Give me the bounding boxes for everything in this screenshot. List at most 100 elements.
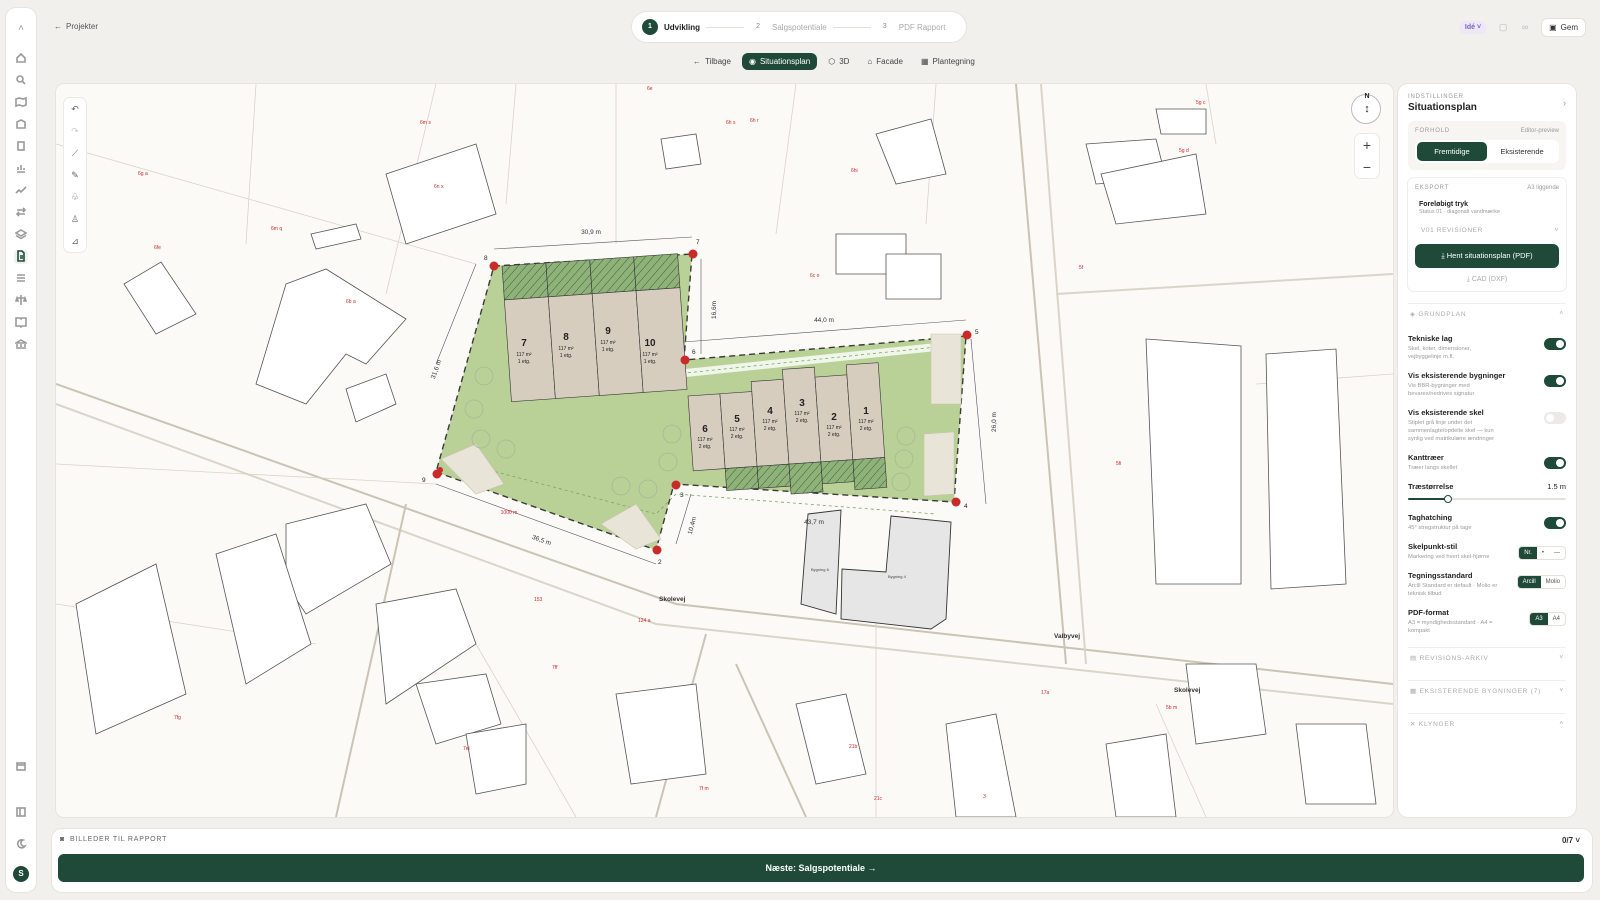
- cadastral-label: 7ff: [552, 665, 558, 671]
- measure-icon[interactable]: ⟋: [68, 146, 82, 160]
- back-to-projects-link[interactable]: ← Projekter: [54, 22, 98, 31]
- bank-icon[interactable]: [13, 338, 29, 352]
- eksisterende-bygninger-header[interactable]: ▦ EKSISTERENDE BYGNINGER (7) ˅: [1408, 680, 1566, 701]
- tab-plantegning[interactable]: ▦ Plantegning: [914, 53, 982, 70]
- idea-status-pill[interactable]: Idé ˅: [1458, 21, 1488, 34]
- link-icon[interactable]: ∞: [1519, 22, 1531, 34]
- office-icon[interactable]: [14, 140, 28, 154]
- kanttraer-toggle[interactable]: [1544, 457, 1566, 469]
- collapse-icon[interactable]: ˄: [14, 22, 28, 36]
- unit-5-floors: 2 etg.: [731, 434, 744, 440]
- unit-9-floors: 1 etg.: [602, 347, 615, 353]
- tab-tilbage[interactable]: ← Tilbage: [686, 53, 738, 70]
- step-pdf-rapport[interactable]: 3 PDF Rapport: [876, 19, 945, 35]
- map-canvas[interactable]: 7 117 m² 1 etg. 8 117 m² 1 etg. 9 117 m²…: [56, 84, 1393, 817]
- undo-icon[interactable]: ↶: [68, 102, 82, 116]
- tree-size-slider[interactable]: [1408, 495, 1566, 503]
- step-salgspotentiale[interactable]: 2 Salgspotentiale: [750, 19, 827, 35]
- grundplan-header[interactable]: ◈ GRUNDPLAN ˄: [1408, 303, 1566, 324]
- standard-option-molio[interactable]: Molio: [1541, 576, 1565, 588]
- tab-facade[interactable]: ⌂ Facade: [860, 53, 910, 70]
- forhold-eksisterende[interactable]: Eksisterende: [1487, 142, 1557, 161]
- slider-knob[interactable]: [1443, 495, 1452, 503]
- point-label: 3: [680, 492, 684, 499]
- point-label: 4: [964, 503, 968, 510]
- compass-arrow-icon: ↕: [1364, 103, 1370, 115]
- chevron-right-icon[interactable]: ›: [1563, 98, 1566, 108]
- cadastral-label: 7fg: [174, 715, 181, 721]
- revisions-dropdown[interactable]: V01 REVISIONER ˅: [1415, 227, 1559, 234]
- dimension-label: 36,5 m: [531, 534, 552, 547]
- person-icon[interactable]: ♙: [68, 212, 82, 226]
- step-number: 2: [750, 19, 767, 35]
- skelpunkt-option-dash[interactable]: —: [1549, 547, 1565, 559]
- point-label: 6: [692, 349, 696, 356]
- next-step-button[interactable]: Næste: Salgspotentiale →: [58, 854, 1584, 882]
- tab-situationsplan[interactable]: ◉ Situationsplan: [741, 53, 818, 70]
- revisions-arkiv-header[interactable]: ▤ REVISIONS-ARKIV ˅: [1408, 647, 1566, 668]
- eksisterende-skel-toggle[interactable]: [1544, 412, 1566, 424]
- ruler-icon[interactable]: ⊿: [68, 234, 82, 248]
- cad-export-link[interactable]: ⤓ CAD (DXF): [1415, 276, 1559, 284]
- compass[interactable]: N ↕: [1351, 93, 1381, 124]
- tree-icon[interactable]: ♧: [68, 190, 82, 204]
- setting-kanttraer: Kanttræer Træer langs skellet: [1408, 453, 1566, 472]
- cadastral-label: 153: [534, 597, 543, 603]
- cadastral-label: 5fi: [1116, 461, 1121, 467]
- map-icon[interactable]: [14, 96, 28, 110]
- redo-icon[interactable]: ↷: [68, 124, 82, 138]
- sidebar-toggle-icon[interactable]: [14, 806, 28, 820]
- download-pdf-button[interactable]: ⤓ Hent situationsplan (PDF): [1415, 244, 1559, 268]
- idea-label: Idé: [1464, 24, 1476, 31]
- existing-building-label: Bygning 6: [811, 567, 830, 572]
- forhold-fremtidige[interactable]: Fremtidige: [1417, 142, 1487, 161]
- revisions-label: V01 REVISIONER: [1421, 227, 1483, 234]
- chart-icon[interactable]: [14, 162, 28, 176]
- copy-icon[interactable]: ▢: [1497, 22, 1509, 34]
- book-icon[interactable]: [14, 316, 28, 330]
- unit-8-area: 117 m²: [558, 346, 574, 352]
- taghatching-toggle[interactable]: [1544, 517, 1566, 529]
- images-count[interactable]: 0/7 ˅: [1562, 836, 1580, 845]
- zoom-controls: + −: [1355, 134, 1379, 178]
- setting-desc: 45° stregstruktur på tage: [1408, 525, 1472, 531]
- layers-icon[interactable]: [14, 228, 28, 242]
- arrows-icon[interactable]: [14, 206, 28, 220]
- pdf-option-a3[interactable]: A3: [1530, 613, 1548, 625]
- top-bar: ← Projekter 1 Udvikling 2 Salgspotential…: [40, 8, 1592, 46]
- pencil-icon[interactable]: ✎: [68, 168, 82, 182]
- moon-icon[interactable]: [14, 838, 28, 852]
- step-udvikling[interactable]: 1 Udvikling: [642, 19, 700, 35]
- skelpunkt-option-dot[interactable]: •: [1537, 547, 1549, 559]
- tab-3d[interactable]: ⬡ 3D: [821, 53, 856, 70]
- skelpunkt-option-nr[interactable]: Nr.: [1519, 547, 1537, 559]
- street-label: Valbyvej: [1054, 633, 1080, 640]
- site-plan-map[interactable]: 7 117 m² 1 etg. 8 117 m² 1 etg. 9 117 m²…: [56, 84, 1393, 817]
- pdf-option-a4[interactable]: A4: [1548, 613, 1565, 625]
- setting-label: Tekniske lag: [1408, 334, 1453, 343]
- stack-icon[interactable]: [14, 272, 28, 286]
- trend-icon[interactable]: [14, 184, 28, 198]
- export-preliminary-item[interactable]: Foreløbigt tryk Status 01 · diagonalt va…: [1415, 199, 1559, 217]
- scale-icon[interactable]: [14, 294, 28, 308]
- setting-taghatching: Taghatching 45° stregstruktur på tage: [1408, 513, 1566, 532]
- tekniske-lag-toggle[interactable]: [1544, 338, 1566, 350]
- zoom-in-button[interactable]: +: [1355, 134, 1379, 156]
- klynger-header[interactable]: ✕ KLYNGER ˄: [1408, 713, 1566, 734]
- zoom-out-button[interactable]: −: [1355, 156, 1379, 178]
- archive-icon[interactable]: [14, 760, 28, 774]
- standard-option-arcill[interactable]: Arcill: [1517, 576, 1541, 588]
- images-for-report[interactable]: ◙ BILLEDER TIL RAPPORT: [60, 836, 167, 843]
- unit-4-number: 4: [767, 406, 773, 417]
- eksisterende-label: EKSISTERENDE BYGNINGER (7): [1419, 688, 1542, 695]
- view-tabs: ← Tilbage ◉ Situationsplan ⬡ 3D ⌂ Facade ▦ Pl…: [686, 53, 982, 70]
- home-icon[interactable]: [14, 52, 28, 66]
- document-icon[interactable]: [14, 250, 28, 264]
- building-icon[interactable]: [14, 118, 28, 132]
- eksisterende-bygninger-toggle[interactable]: [1544, 375, 1566, 387]
- search-icon[interactable]: [14, 74, 28, 88]
- save-button[interactable]: ▣ Gem: [1541, 18, 1586, 37]
- avatar[interactable]: S: [13, 866, 29, 882]
- cadastral-label: 124 a: [638, 618, 651, 624]
- setting-desc: Skel, koter, dimensioner, vejbyggelinje …: [1408, 346, 1472, 360]
